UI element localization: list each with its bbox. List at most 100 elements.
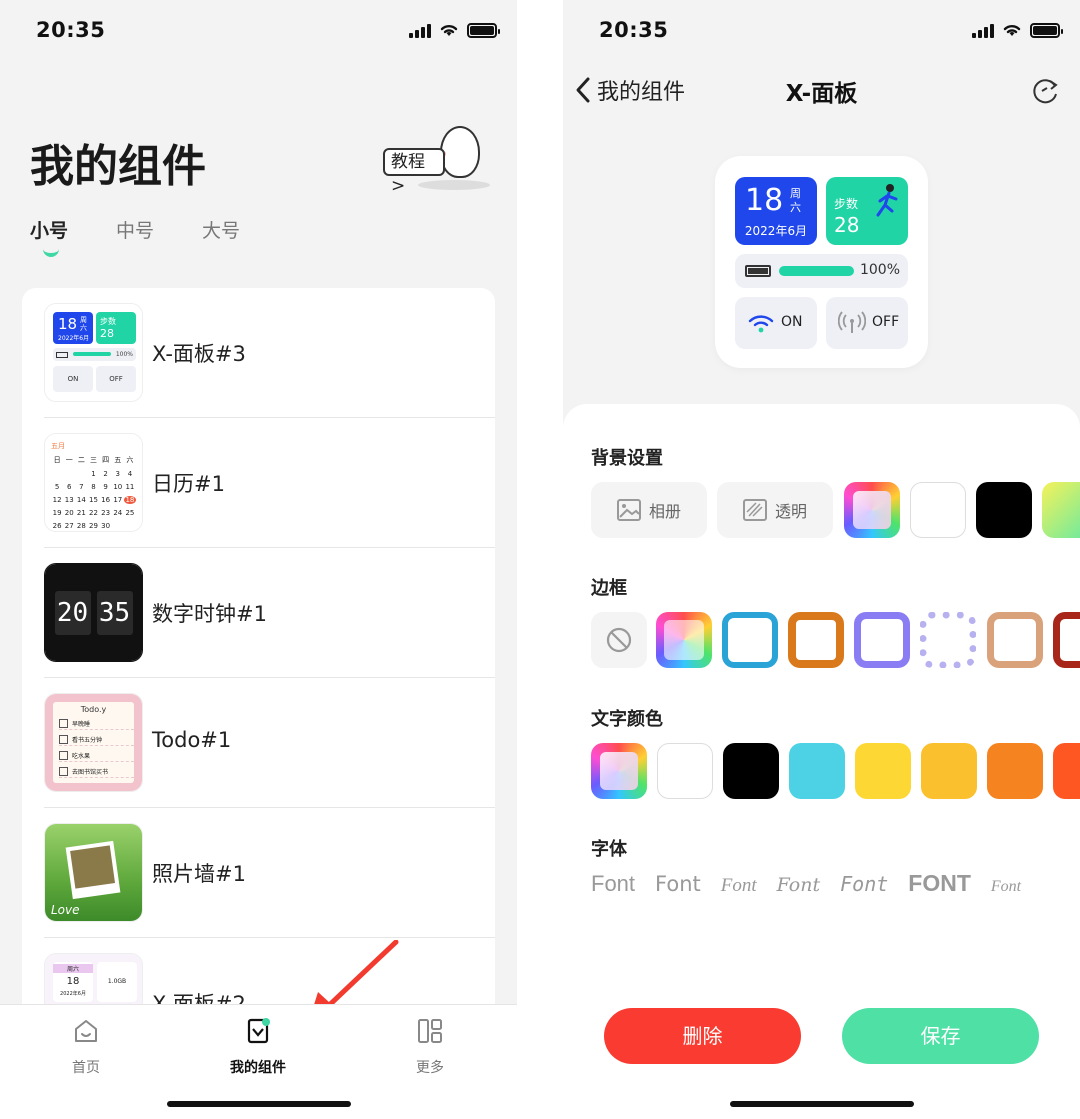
calendar-cell: 21: [76, 509, 86, 517]
calendar-cell: 28: [76, 522, 86, 530]
border-lace-swatch[interactable]: [920, 612, 976, 668]
clock-hour: 20: [54, 590, 91, 635]
bg-gradient-swatch[interactable]: [1042, 482, 1080, 538]
album-button[interactable]: 相册: [591, 482, 707, 538]
widget-row[interactable]: 20 35 数字时钟#1: [44, 548, 495, 678]
preview-week-b: 六: [790, 201, 801, 214]
font-option[interactable]: Font: [840, 872, 888, 896]
transparent-button[interactable]: 透明: [717, 482, 833, 538]
calendar-cell: 3: [115, 470, 120, 478]
font-option[interactable]: Font: [655, 872, 701, 896]
calendar-cell: 25: [125, 509, 135, 517]
border-rainbow-swatch[interactable]: [656, 612, 712, 668]
calendar-cell: 8: [91, 483, 96, 491]
border-red-swatch[interactable]: [1053, 612, 1080, 668]
settings-sheet: 背景设置 相册 透明 边框 文字颜色 字体 Font Font Font Fon…: [563, 404, 1080, 1119]
tab-more[interactable]: 更多: [375, 1017, 485, 1077]
text-color-swatch[interactable]: [921, 743, 977, 799]
calendar-cell: 12: [52, 496, 62, 504]
tutorial-button[interactable]: 教程 >: [378, 120, 493, 200]
widget-row[interactable]: 周六 18 2022年6月 1.0GB X-面板#2: [44, 938, 495, 1004]
tab-home[interactable]: 首页: [31, 1017, 141, 1077]
text-color-swatch[interactable]: [855, 743, 911, 799]
refresh-icon[interactable]: [1030, 76, 1060, 106]
border-blue-swatch[interactable]: [722, 612, 778, 668]
preview-day: 18: [745, 183, 784, 218]
calendar-month: 五月: [51, 442, 65, 450]
cellular-tile: OFF: [826, 297, 908, 349]
calendar-cell: 1: [91, 470, 96, 478]
calendar-cell: 26: [52, 522, 62, 530]
clock-minute: 35: [96, 590, 133, 635]
steps-tile: 步数 28: [826, 177, 908, 245]
tab-medium[interactable]: 中号: [116, 216, 154, 243]
calendar-cell: 16: [101, 496, 111, 504]
calendar-cell: 4: [127, 470, 133, 478]
cellular-signal-icon: [409, 22, 431, 38]
calendar-cell: 13: [64, 496, 74, 504]
calendar-cell: [112, 522, 124, 530]
todo-item: 看书五分钟: [59, 734, 134, 746]
bg-black-swatch[interactable]: [976, 482, 1032, 538]
text-color-swatch[interactable]: [1053, 743, 1080, 799]
status-bar: 20:35: [0, 0, 517, 62]
todo-item: 去图书馆买书: [59, 766, 134, 778]
calendar-cell: 9: [103, 483, 108, 491]
text-rainbow-swatch[interactable]: [591, 743, 647, 799]
bg-rainbow-swatch[interactable]: [844, 482, 900, 538]
calendar-cell: 17: [113, 496, 123, 504]
widget-name: X-面板#2: [152, 992, 246, 1004]
thumb-cell: OFF: [96, 366, 136, 392]
tab-small[interactable]: 小号: [30, 216, 68, 257]
save-button[interactable]: 保存: [842, 1008, 1039, 1064]
tab-large[interactable]: 大号: [202, 216, 240, 243]
widget-list: 18 周六 2022年6月 步数 28 100% ON OFF X-面板#3 五月 日…: [22, 288, 495, 1004]
text-color-swatch[interactable]: [723, 743, 779, 799]
widget-thumbnail: 20 35: [44, 563, 143, 662]
widget-row[interactable]: Todo.y 早晚睡 看书五分钟 吃水果 去图书馆买书 Todo#1: [44, 678, 495, 808]
calendar-cell: [75, 470, 87, 478]
antenna-icon: [838, 311, 866, 333]
font-option[interactable]: Font: [991, 878, 1021, 896]
border-none-button[interactable]: [591, 612, 647, 668]
widget-preview: 18 周六 2022年6月 步数 28 100% ON OFF: [715, 156, 928, 368]
widget-row[interactable]: 五月 日一二三四五六 1 2 3 4 5 6 7 8 9 10 11 12 13 14 15 16 17 18 19 2…: [44, 418, 495, 548]
home-icon: [75, 1020, 97, 1042]
border-title: 边框: [591, 578, 627, 599]
none-icon: [606, 627, 632, 653]
text-color-title: 文字颜色: [591, 709, 663, 730]
border-purple-swatch[interactable]: [854, 612, 910, 668]
status-bar: 20:35: [563, 0, 1080, 62]
text-color-swatch[interactable]: [657, 743, 713, 799]
font-option[interactable]: FONT: [908, 870, 971, 897]
delete-button[interactable]: 删除: [604, 1008, 801, 1064]
border-wood-swatch[interactable]: [987, 612, 1043, 668]
home-indicator: [729, 1101, 914, 1107]
font-option[interactable]: Font: [721, 875, 757, 897]
calendar-cell: 10: [113, 483, 123, 491]
tab-my-widgets[interactable]: 我的组件: [203, 1017, 313, 1077]
widget-name: 照片墙#1: [152, 862, 246, 886]
font-option[interactable]: Font: [777, 874, 820, 896]
calendar-cell: 六: [126, 456, 134, 464]
calendar-cell: 22: [89, 509, 98, 517]
calendar-cell: 6: [66, 483, 72, 491]
text-color-swatch[interactable]: [789, 743, 845, 799]
page-title: 我的组件: [30, 141, 206, 192]
battery-icon: [745, 265, 771, 277]
widget-thumbnail: Todo.y 早晚睡 看书五分钟 吃水果 去图书馆买书: [44, 693, 143, 792]
calendar-cell: 15: [89, 496, 98, 504]
thumb2-day: 18: [66, 976, 80, 987]
text-color-swatch[interactable]: [987, 743, 1043, 799]
bg-white-swatch[interactable]: [910, 482, 966, 538]
widget-editor-screen: 20:35 我的组件 X-面板 18 周六 2022年6月 步数 28 100%: [563, 0, 1080, 1119]
calendar-cell: 20: [64, 509, 74, 517]
calendar-cell: 7: [79, 483, 84, 491]
widget-row[interactable]: Love 照片墙#1: [44, 808, 495, 938]
calendar-cell: 19: [52, 509, 62, 517]
calendar-grid: 日一二三四五六 1 2 3 4 5 6 7 8 9 10 11 12 13 14 15 16 17 18 19 20 21…: [51, 455, 136, 530]
widget-row[interactable]: 18 周六 2022年6月 步数 28 100% ON OFF X-面板#3: [44, 288, 495, 418]
font-title: 字体: [591, 839, 627, 860]
font-option[interactable]: Font: [591, 871, 635, 897]
border-tiger-swatch[interactable]: [788, 612, 844, 668]
